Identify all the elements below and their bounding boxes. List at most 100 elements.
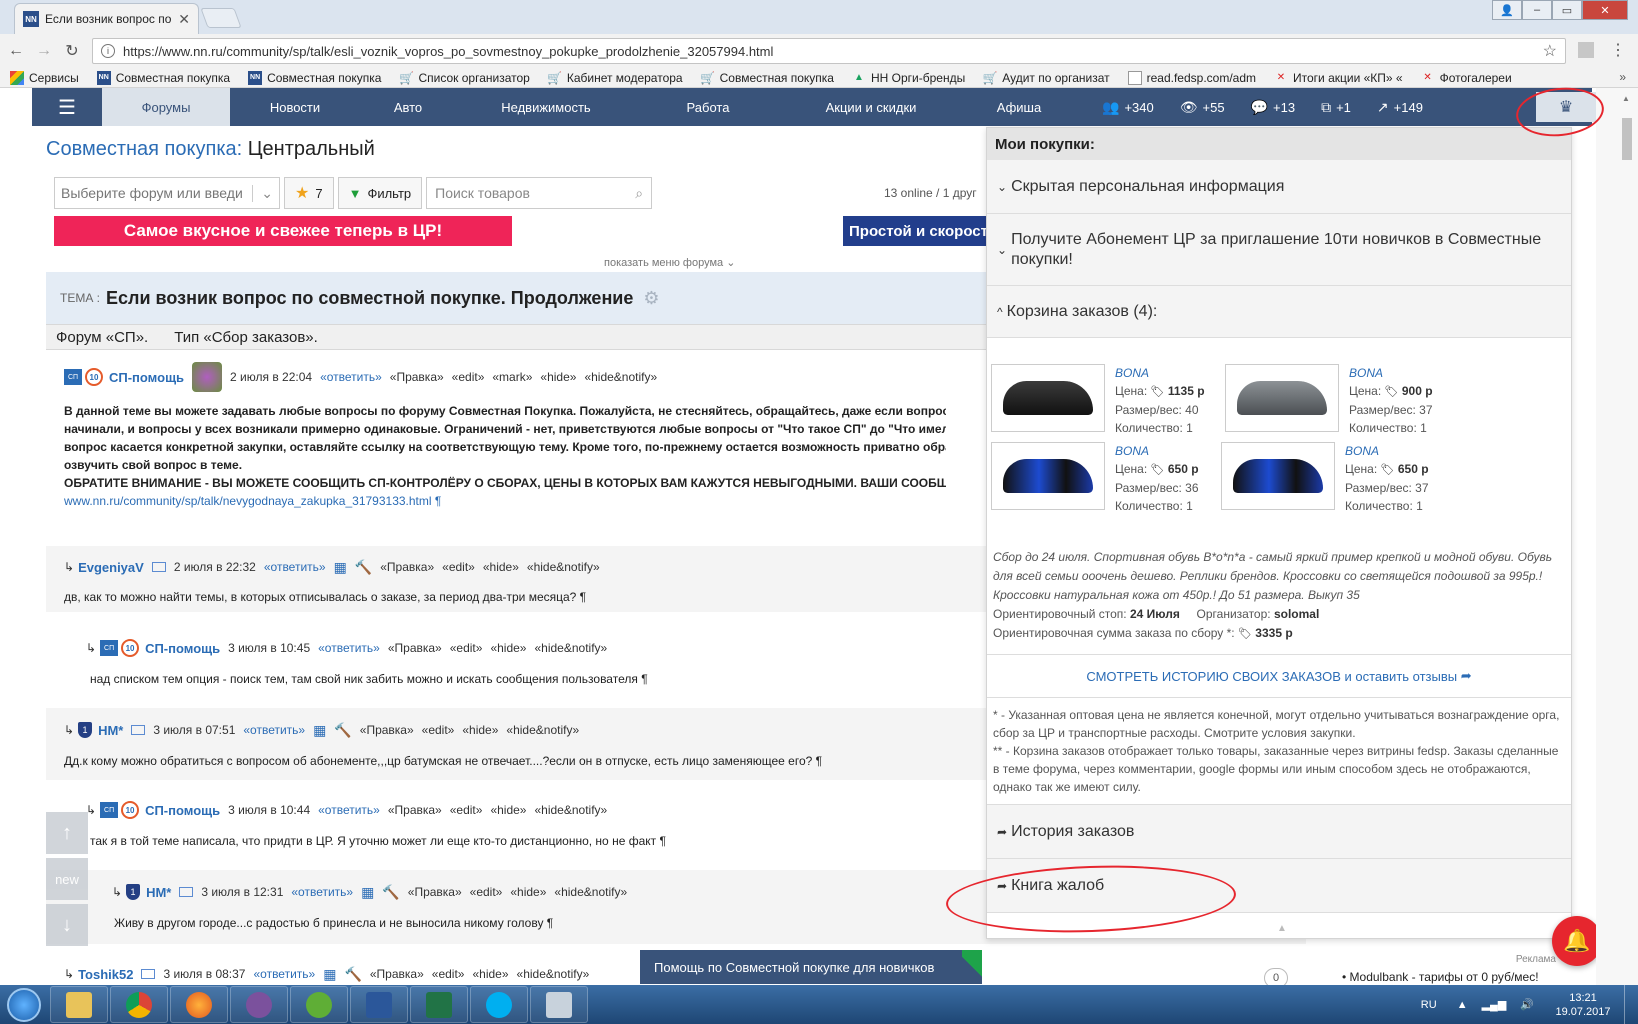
edit-ru-link[interactable]: «Правка»: [380, 560, 434, 574]
cart-item[interactable]: BONA Цена: 🏷 900 р Размер/вес: 37 Количе…: [1225, 364, 1465, 438]
nav-stat[interactable]: 👁 +55: [1180, 99, 1225, 116]
reply-link[interactable]: «ответить»: [318, 641, 380, 655]
avatar[interactable]: [192, 362, 223, 392]
mail-icon[interactable]: [151, 562, 166, 572]
hide-notify-link[interactable]: «hide&notify»: [534, 641, 607, 655]
gift-icon[interactable]: ▦: [334, 559, 347, 576]
taskbar-word[interactable]: [350, 986, 408, 1023]
info-icon[interactable]: i: [101, 44, 115, 58]
taskbar-utorrent[interactable]: [290, 986, 348, 1023]
post-author[interactable]: НМ*: [146, 885, 171, 900]
mail-icon[interactable]: [141, 969, 156, 979]
bookmark-item[interactable]: NN Совместная покупка: [248, 70, 381, 85]
mail-icon[interactable]: [179, 887, 194, 897]
edit-ru-link[interactable]: «Правка»: [390, 370, 444, 384]
gear-icon[interactable]: ⚙: [643, 288, 659, 309]
nav-item[interactable]: Акции и скидки: [780, 88, 962, 126]
mark-link[interactable]: «mark»: [492, 370, 532, 384]
product-image[interactable]: [1221, 442, 1335, 510]
section-hidden-info[interactable]: ⌄ Скрытая персональная информация: [987, 160, 1571, 214]
edit-link[interactable]: «edit»: [442, 560, 475, 574]
reply-link[interactable]: «ответить»: [253, 967, 315, 981]
taskbar-explorer[interactable]: [50, 986, 108, 1023]
bookmark-item[interactable]: ✕ Итоги акции «КП» «: [1274, 71, 1403, 85]
product-brand[interactable]: BONA: [1115, 364, 1205, 382]
clock[interactable]: 13:21 19.07.2017: [1548, 991, 1618, 1019]
network-icon[interactable]: ▂▄▆: [1482, 998, 1507, 1011]
gift-icon[interactable]: ▦: [361, 884, 374, 901]
edit-ru-link[interactable]: «Правка»: [360, 723, 414, 737]
show-forum-menu-link[interactable]: показать меню форума ⌄: [604, 256, 735, 269]
user-button[interactable]: 👤: [1492, 0, 1522, 20]
hide-notify-link[interactable]: «hide&notify»: [554, 885, 627, 899]
edit-link[interactable]: «edit»: [450, 803, 483, 817]
reply-link[interactable]: «ответить»: [320, 370, 382, 384]
edit-link[interactable]: «edit»: [470, 885, 503, 899]
hide-notify-link[interactable]: «hide&notify»: [527, 560, 600, 574]
edit-link[interactable]: «edit»: [422, 723, 455, 737]
edit-ru-link[interactable]: «Правка»: [408, 885, 462, 899]
hammer-icon[interactable]: 🔨: [382, 884, 399, 901]
nav-item[interactable]: Работа: [636, 88, 780, 126]
close-window-button[interactable]: ✕: [1582, 0, 1628, 20]
language-indicator[interactable]: RU: [1421, 999, 1437, 1011]
order-history-link[interactable]: СМОТРЕТЬ ИСТОРИЮ СВОИХ ЗАКАЗОВ и оставит…: [987, 654, 1571, 698]
help-newbies-bar[interactable]: Помощь по Совместной покупке для новичко…: [640, 950, 982, 984]
more-bookmarks-icon[interactable]: »: [1619, 70, 1626, 84]
extension-icon[interactable]: [1578, 42, 1594, 58]
hide-notify-link[interactable]: «hide&notify»: [584, 370, 657, 384]
hide-notify-link[interactable]: «hide&notify»: [506, 723, 579, 737]
product-image[interactable]: [1225, 364, 1339, 432]
product-brand[interactable]: BONA: [1349, 364, 1433, 382]
hide-link[interactable]: «hide»: [462, 723, 498, 737]
nav-item[interactable]: Форумы: [102, 88, 230, 126]
section-abonement[interactable]: ⌄ Получите Абонемент ЦР за приглашение 1…: [987, 214, 1571, 286]
nav-item[interactable]: Недвижимость: [456, 88, 636, 126]
bookmark-item[interactable]: 🛒 Кабинет модератора: [547, 71, 682, 85]
nav-item[interactable]: Афиша: [962, 88, 1076, 126]
forum-select[interactable]: Выберите форум или введи ⌄: [54, 177, 280, 209]
cart-item[interactable]: BONA Цена: 🏷 650 р Размер/вес: 36 Количе…: [991, 442, 1231, 516]
start-button[interactable]: [0, 985, 48, 1024]
edit-ru-link[interactable]: «Правка»: [388, 803, 442, 817]
forward-icon[interactable]: →: [32, 42, 56, 60]
filter-button[interactable]: ▼ Фильтр: [337, 177, 423, 209]
taskbar-calculator[interactable]: [530, 986, 588, 1023]
edit-link[interactable]: «edit»: [450, 641, 483, 655]
hammer-icon[interactable]: 🔨: [344, 966, 361, 983]
reply-link[interactable]: «ответить»: [291, 885, 353, 899]
browser-tab[interactable]: NN Если возник вопрос по ✕: [14, 3, 199, 34]
product-brand[interactable]: BONA: [1345, 442, 1429, 460]
post-author[interactable]: СП-помощь: [145, 803, 220, 818]
edit-link[interactable]: «edit»: [432, 967, 465, 981]
post-author[interactable]: НМ*: [98, 723, 123, 738]
post-author[interactable]: СП-помощь: [145, 641, 220, 656]
bookmark-item[interactable]: 🛒 Список организатор: [399, 71, 530, 85]
scroll-down-icon[interactable]: ↓: [46, 904, 88, 946]
maximize-button[interactable]: ▭: [1552, 0, 1582, 20]
nav-stat[interactable]: ↗ +149: [1377, 99, 1423, 116]
section-cart[interactable]: ^ Корзина заказов (4):: [987, 286, 1571, 338]
volume-icon[interactable]: 🔊: [1520, 998, 1534, 1011]
mail-icon[interactable]: [131, 725, 146, 735]
bookmark-item[interactable]: NN Совместная покупка: [96, 70, 230, 85]
post-author[interactable]: СП-помощь: [109, 370, 184, 385]
address-bar[interactable]: i https://www.nn.ru/community/sp/talk/es…: [92, 38, 1566, 64]
hammer-icon[interactable]: 🔨: [334, 722, 351, 739]
taskbar-firefox[interactable]: [170, 986, 228, 1023]
hide-link[interactable]: «hide»: [472, 967, 508, 981]
minimize-button[interactable]: –: [1522, 0, 1552, 20]
nav-stat[interactable]: 💬 +13: [1251, 99, 1296, 116]
hide-notify-link[interactable]: «hide&notify»: [534, 803, 607, 817]
scroll-thumb[interactable]: [1622, 118, 1632, 160]
browser-menu-icon[interactable]: ⋮: [1610, 40, 1626, 60]
reply-link[interactable]: «ответить»: [264, 560, 326, 574]
tray-arrow-icon[interactable]: ▲: [1457, 999, 1468, 1011]
hide-link[interactable]: «hide»: [490, 641, 526, 655]
cart-item[interactable]: BONA Цена: 🏷 1135 р Размер/вес: 40 Колич…: [991, 364, 1231, 438]
section-order-history[interactable]: ➦ История заказов: [987, 805, 1571, 859]
hammer-icon[interactable]: 🔨: [355, 559, 372, 576]
gift-icon[interactable]: ▦: [313, 722, 326, 739]
hamburger-menu-icon[interactable]: ☰: [32, 88, 102, 126]
back-icon[interactable]: ←: [4, 42, 28, 60]
